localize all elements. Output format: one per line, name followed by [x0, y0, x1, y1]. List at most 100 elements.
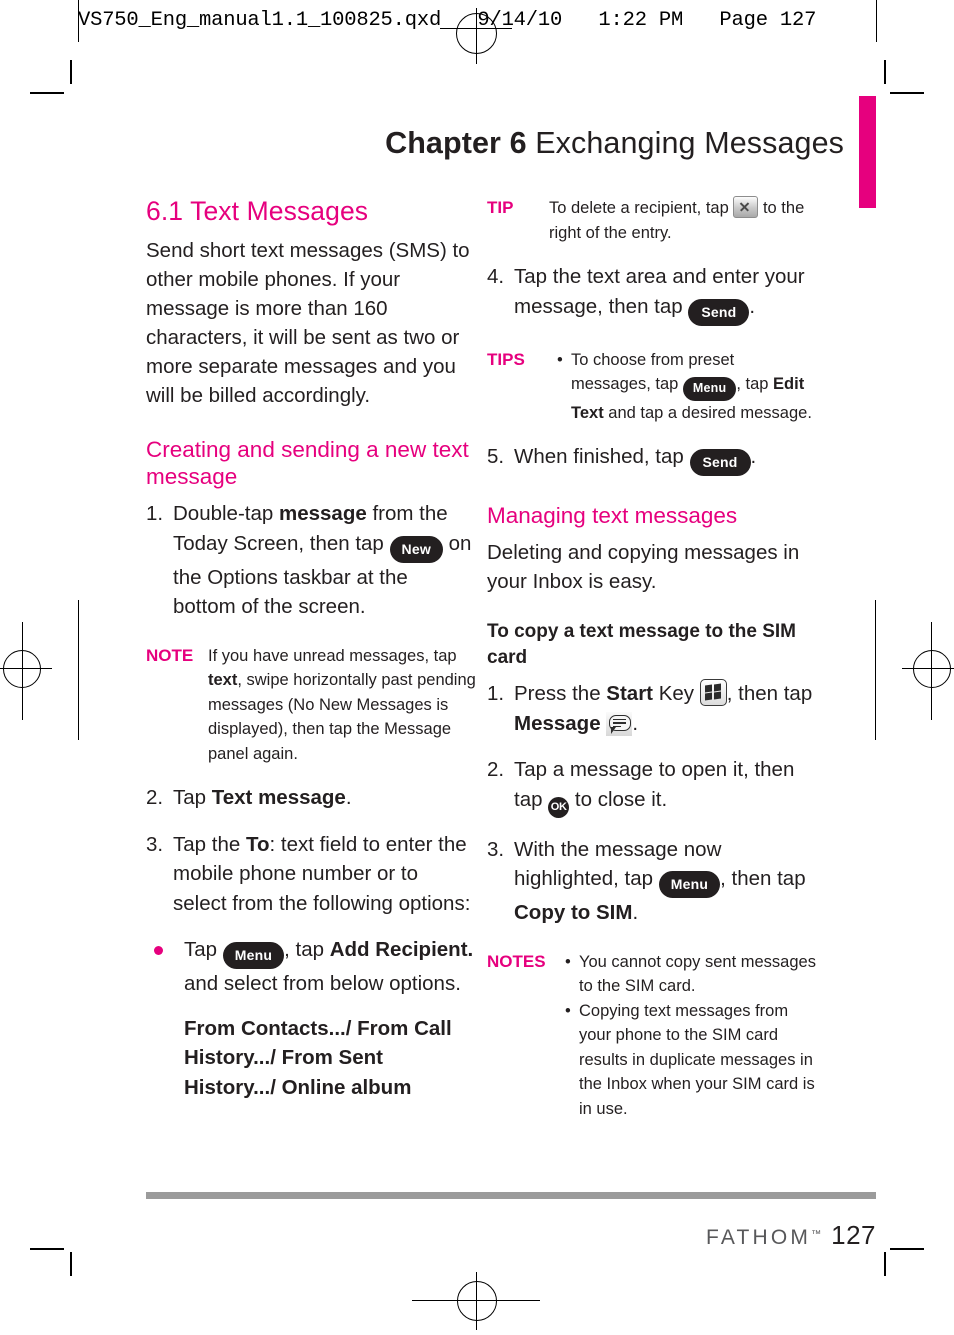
step-text-d: . [632, 711, 639, 735]
step-bold-start: Start [606, 682, 654, 705]
menu-button-chip[interactable]: Menu [682, 377, 737, 401]
send-button-chip[interactable]: Send [688, 298, 750, 326]
step-2: 2. Tap Text message. [146, 783, 476, 813]
step-text-a: Tap [173, 786, 212, 809]
subheading-copy-to-sim: To copy a text message to the SIM card [487, 621, 797, 668]
send-button-chip[interactable]: Send [689, 449, 751, 476]
close-x-icon[interactable] [733, 196, 759, 218]
step-marker: 2. [487, 758, 505, 781]
step-text-a: Tap the [173, 832, 246, 856]
bullet-text-c: and select from below options. [184, 972, 461, 995]
crop-mark-top-right-vertical [884, 60, 886, 84]
chapter-number: Chapter 6 [385, 126, 527, 160]
page-number: 127 [831, 1220, 876, 1250]
chapter-accent-bar [859, 96, 876, 208]
step-sim-3: 3. With the message now highlighted, tap … [487, 835, 817, 928]
bullet-add-recipient: Tap Menu, tap Add Recipient. and select … [146, 935, 476, 999]
crop-mark-bottom-right-horizontal [890, 1248, 924, 1250]
brand-name: FATHOM™ [706, 1226, 821, 1249]
step-text-c: , then tap [726, 682, 813, 705]
crop-mark-top-left-horizontal [30, 92, 64, 94]
step-text-a: Tap the text area and enter your message… [514, 265, 805, 318]
footer-divider [146, 1192, 876, 1199]
note-kicker: NOTE [146, 645, 194, 665]
step-1: 1. Double-tap message from the Today Scre… [146, 499, 476, 622]
managing-paragraph: Deleting and copying messages in your In… [487, 541, 800, 593]
step-bold-text-message: Text message [211, 786, 346, 809]
step-text-b: . [749, 294, 756, 318]
notes-item-1: You cannot copy sent messages to the SIM… [565, 950, 817, 999]
bullet-dot-icon [154, 946, 163, 955]
registration-mark-right [913, 650, 951, 688]
note-bold-text: text [208, 671, 238, 689]
subheading-managing-messages: Managing text messages [487, 503, 738, 528]
intro-paragraph: Send short text messages (SMS) to other … [146, 239, 470, 407]
step-marker: 1. [487, 682, 505, 705]
tips-text-b: , tap [736, 375, 774, 393]
note-text-b: , swipe horizontally past pending messag… [208, 671, 476, 763]
tips-text-c: and tap a desired message. [603, 403, 812, 422]
step-text-b: , then tap [720, 867, 806, 890]
prepress-header-line: VS750_Eng_manual1.1_100825.qxd 9/14/10 1… [78, 9, 817, 32]
notes-kicker: NOTES [487, 951, 546, 971]
bullet-text-a: Tap [184, 938, 223, 961]
step-sim-1: 1. Press the Start Key , then tap Message… [487, 679, 817, 738]
step-marker: 3. [146, 832, 164, 856]
notes-list: You cannot copy sent messages to the SIM… [565, 950, 817, 1122]
step-text-c: . [632, 901, 639, 924]
ok-button-icon[interactable]: OK [548, 796, 570, 818]
step-text-a: Double-tap [173, 502, 279, 525]
step-4: 4. Tap the text area and enter your messa… [487, 262, 817, 326]
note-callout: NOTE If you have unread messages, tap tex… [146, 644, 476, 767]
trademark-symbol: ™ [811, 1229, 822, 1240]
step-bold-copy-to-sim: Copy to SIM [514, 901, 633, 924]
notes-item-2: Copying text messages from your phone to… [565, 999, 817, 1122]
subheading-creating-sending: Creating and sending a new text message [146, 437, 469, 489]
tips-item-1: To choose from preset messages, tap Menu… [557, 348, 817, 426]
step-text-b: . [345, 786, 352, 809]
windows-start-icon[interactable] [699, 679, 727, 706]
step-text-b: Key [653, 682, 700, 705]
step-bold-to-field: To [245, 832, 270, 856]
step-bold-message: message [278, 502, 367, 525]
crop-mark-top-right-horizontal [890, 92, 924, 94]
step-5: 5. When finished, tap Send. [487, 442, 817, 476]
tips-list: To choose from preset messages, tap Menu… [557, 348, 817, 426]
chapter-title-text: Exchanging Messages [535, 126, 844, 160]
step-text-a: When finished, tap [514, 445, 690, 468]
tips-callout: TIPS To choose from preset messages, tap… [487, 348, 817, 426]
step-3: 3. Tap the To: text field to enter the mo… [146, 830, 476, 919]
bullet-bold-add-recipient: Add Recipient. [329, 938, 474, 961]
step-text-a: Press the [514, 682, 607, 705]
copy-sim-steps-list: 1. Press the Start Key , then tap Message… [487, 679, 817, 928]
section-heading-text-messages: 6.1 Text Messages [146, 196, 369, 226]
step-marker: 2. [146, 786, 164, 809]
step-bold-message: Message [514, 711, 601, 735]
message-bubble-icon[interactable] [606, 711, 633, 736]
right-column: TIP To delete a recipient, tap to the rig… [487, 196, 817, 1121]
brand-label: FATHOM [705, 1226, 812, 1249]
tip-text-a: To delete a recipient, tap [549, 199, 734, 217]
manual-page: Chapter 6 Exchanging Messages 6.1 Text M… [78, 46, 876, 1289]
step-text-b: . [750, 445, 757, 468]
footer: FATHOM™ 127 [706, 1220, 876, 1251]
tip-kicker: TIP [487, 198, 514, 217]
registration-mark-left [3, 650, 41, 688]
recipient-source-options: From Contacts.../ From Call History.../ … [184, 1016, 452, 1099]
step-marker: 1. [146, 502, 164, 525]
sending-steps-list: 4. Tap the text area and enter your messa… [487, 262, 817, 326]
crop-mark-bottom-right-vertical [884, 1252, 886, 1276]
tip-callout: TIP To delete a recipient, tap to the rig… [487, 196, 817, 245]
new-button-chip[interactable]: New [389, 535, 443, 563]
creating-steps-list: 1. Double-tap message from the Today Scre… [146, 499, 476, 622]
sending-steps-list-cont: 5. When finished, tap Send. [487, 442, 817, 476]
step-text-b: to close it. [569, 787, 668, 811]
menu-button-chip[interactable]: Menu [222, 942, 285, 969]
crop-mark-top-left-vertical [70, 60, 72, 84]
menu-button-chip[interactable]: Menu [658, 871, 721, 898]
left-column: 6.1 Text Messages Send short text messag… [146, 196, 476, 1102]
page-title: Chapter 6 Exchanging Messages [385, 126, 844, 161]
step-marker: 4. [487, 265, 505, 288]
step-sim-2: 2. Tap a message to open it, then tap OK … [487, 755, 817, 818]
tips-kicker: TIPS [487, 349, 525, 369]
